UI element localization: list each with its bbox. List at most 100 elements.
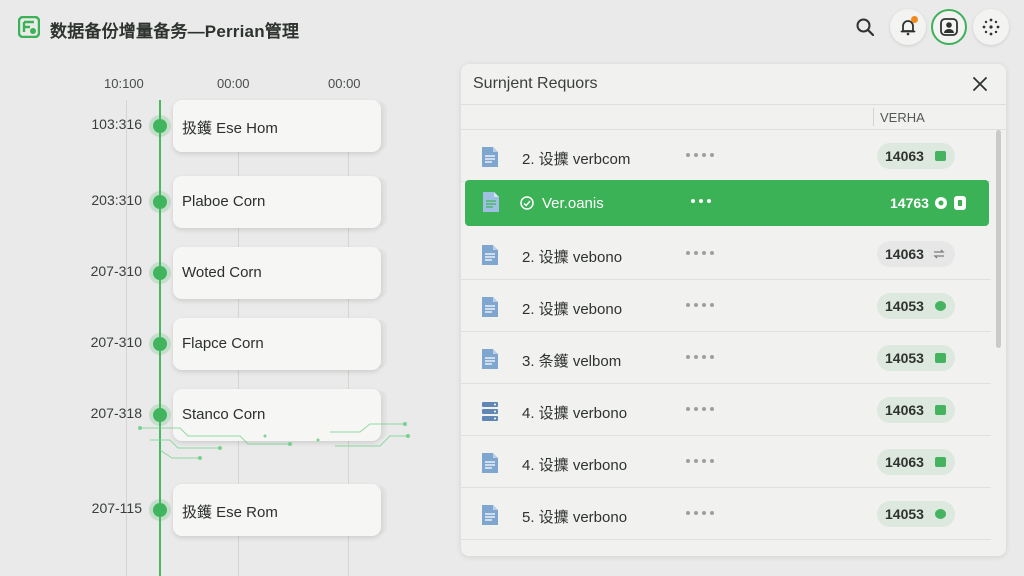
timeline-item[interactable]: 103:316 扱鑊 Ese Hom xyxy=(60,100,420,152)
value-badge: 14063 xyxy=(877,449,955,475)
document-icon xyxy=(482,147,498,167)
timeline-card[interactable]: Flapce Corn xyxy=(173,318,381,370)
value-text: 14063 xyxy=(885,454,924,470)
app-logo-icon xyxy=(18,16,40,38)
action-icons[interactable] xyxy=(932,193,974,213)
list-item[interactable]: 3. 条鑊 velbom 14053 xyxy=(461,332,991,384)
timeline-item-label: 扱鑊 Ese Hom xyxy=(182,120,278,137)
time-label: 00:00 xyxy=(217,76,250,91)
app-title: 数据备份增量备务—Perrian管理 xyxy=(50,22,300,41)
more-options-icon[interactable] xyxy=(686,459,716,465)
timeline-item-label: Flapce Corn xyxy=(182,335,264,352)
timeline-item-id: 207-310 xyxy=(90,263,142,279)
timeline-item-id: 203:310 xyxy=(91,192,142,208)
status-icon xyxy=(935,457,946,467)
value-text: 14063 xyxy=(885,246,924,262)
value-badge: 14053 xyxy=(877,293,955,319)
timeline: 10:100 00:00 00:00 103:316 扱鑊 Ese Hom 20… xyxy=(60,60,420,576)
value-text: 14053 xyxy=(885,350,924,366)
document-icon xyxy=(482,453,498,473)
list-item-label: 2. 设攈 verbcom xyxy=(522,151,631,168)
timeline-card[interactable]: Plaboe Corn xyxy=(173,176,381,228)
notifications-button[interactable] xyxy=(890,9,926,45)
list-item-label: 5. 设攈 verbono xyxy=(522,509,628,526)
timeline-node xyxy=(153,195,167,209)
circuit-decoration-icon xyxy=(138,422,410,460)
status-icon xyxy=(935,405,946,415)
document-icon xyxy=(482,297,498,317)
more-options-icon[interactable] xyxy=(686,251,716,257)
value-badge: 14063 xyxy=(877,397,955,423)
list-item-label: 4. 设攈 verbono xyxy=(522,405,628,422)
list-item-selected[interactable]: Ver.oanis 14763 xyxy=(465,180,989,226)
timeline-item-id: 207-310 xyxy=(90,334,142,350)
more-options-icon[interactable] xyxy=(686,303,716,309)
search-button[interactable] xyxy=(847,9,883,45)
settings-button[interactable] xyxy=(973,9,1009,45)
list-item[interactable]: 4. 设攈 verbono 14063 xyxy=(461,436,991,488)
value-badge: 14053 xyxy=(877,345,955,371)
gear-icon xyxy=(982,18,1000,36)
check-circle-icon xyxy=(520,196,534,210)
timeline-item[interactable]: 207-115 扱鑊 Ese Rom xyxy=(60,484,420,536)
column-divider xyxy=(873,108,874,126)
value-badge: 14053 xyxy=(877,501,955,527)
list-item[interactable]: 5. 设攈 verbono 14053 xyxy=(461,488,991,540)
list-item-label: Ver.oanis xyxy=(542,195,604,212)
app-header: 数据备份增量备务—Perrian管理 xyxy=(0,0,1024,58)
list-item-label: 2. 设攈 vebono xyxy=(522,249,623,266)
list-item[interactable]: 2. 设攈 verbcom 14063 xyxy=(461,130,991,182)
list-item[interactable]: 4. 设攈 verbono 14063 xyxy=(461,384,991,436)
status-icon xyxy=(935,509,946,519)
timeline-card[interactable]: Woted Corn xyxy=(173,247,381,299)
more-options-icon[interactable] xyxy=(691,199,721,205)
timeline-item-label: Woted Corn xyxy=(182,264,262,281)
document-icon xyxy=(483,192,499,212)
more-options-icon[interactable] xyxy=(686,153,716,159)
time-label: 00:00 xyxy=(328,76,361,91)
document-icon xyxy=(482,245,498,265)
time-label: 10:100 xyxy=(104,76,144,91)
timeline-item[interactable]: 203:310 Plaboe Corn xyxy=(60,176,420,228)
more-options-icon[interactable] xyxy=(686,407,716,413)
value-text: 14063 xyxy=(885,402,924,418)
scrollbar[interactable] xyxy=(996,130,1001,348)
user-profile-button[interactable] xyxy=(931,9,967,45)
timeline-node xyxy=(153,119,167,133)
column-header: VERHA xyxy=(461,104,1006,130)
status-icon xyxy=(935,353,946,363)
list-item[interactable] xyxy=(461,540,991,556)
panel-title: Surnjent Requors xyxy=(473,75,598,92)
timeline-item[interactable]: 207-310 Woted Corn xyxy=(60,247,420,299)
server-icon xyxy=(482,402,498,421)
timeline-card[interactable]: 扱鑊 Ese Hom xyxy=(173,100,381,152)
timeline-card[interactable]: 扱鑊 Ese Rom xyxy=(173,484,381,536)
column-title: VERHA xyxy=(880,110,925,125)
value-text: 14053 xyxy=(885,506,924,522)
document-icon xyxy=(482,505,498,525)
timeline-node xyxy=(153,266,167,280)
timeline-item-label: 扱鑊 Ese Rom xyxy=(182,504,278,521)
timeline-item-id: 207-115 xyxy=(91,500,142,516)
search-icon xyxy=(856,18,875,37)
document-icon xyxy=(482,349,498,369)
timeline-node xyxy=(153,503,167,517)
value-badge: 14063 xyxy=(877,241,955,267)
more-options-icon[interactable] xyxy=(686,355,716,361)
list-item[interactable]: 2. 设攈 vebono 14053 xyxy=(461,280,991,332)
list-item[interactable]: 2. 设攈 vebono 14063 xyxy=(461,228,991,280)
swap-icon xyxy=(933,249,945,259)
timeline-item[interactable]: 207-310 Flapce Corn xyxy=(60,318,420,370)
requests-panel: Surnjent Requors VERHA 2. 设攈 verbcom 140… xyxy=(461,64,1006,556)
timeline-item-label: Plaboe Corn xyxy=(182,193,266,210)
close-button[interactable] xyxy=(968,72,992,96)
value-text: 14053 xyxy=(885,298,924,314)
more-options-icon[interactable] xyxy=(686,511,716,517)
timeline-node xyxy=(153,337,167,351)
user-icon xyxy=(940,18,958,36)
value-text: 14063 xyxy=(885,148,924,164)
list-item-label: 3. 条鑊 velbom xyxy=(522,353,622,370)
status-icon xyxy=(935,301,946,311)
list-item-label: 2. 设攈 vebono xyxy=(522,301,623,318)
close-icon xyxy=(973,77,987,91)
